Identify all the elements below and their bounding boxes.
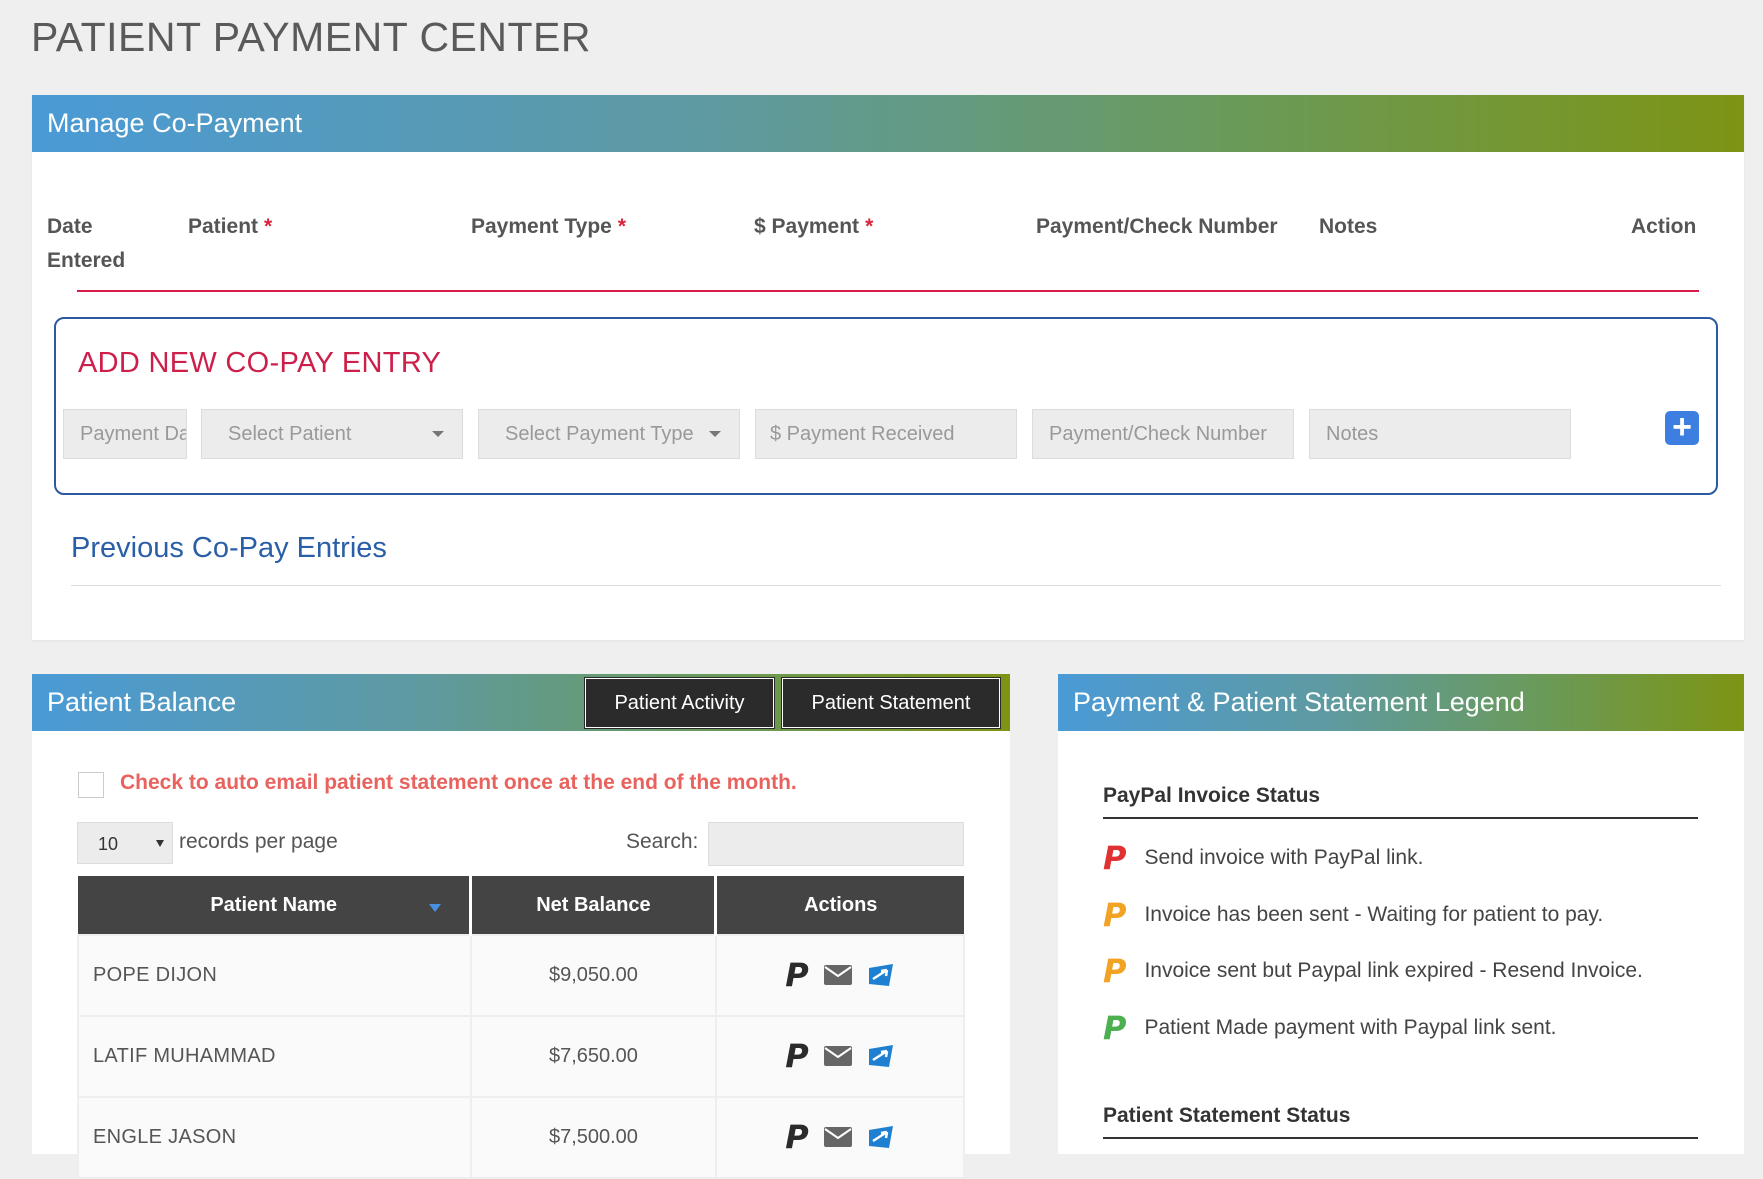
plus-square-icon[interactable]: +	[1665, 410, 1699, 445]
send-statement-icon[interactable]	[867, 1124, 895, 1150]
patient-statement-status-heading: Patient Statement Status	[1103, 1104, 1351, 1127]
auto-email-checkbox[interactable]	[78, 772, 104, 798]
patient-activity-button[interactable]: Patient Activity	[585, 678, 774, 728]
actions-cell: P	[714, 1096, 966, 1179]
th-actions: Actions	[715, 876, 964, 935]
legend-item: P Invoice sent but Paypal link expired - …	[1103, 951, 1643, 991]
legend-item: P Invoice has been sent - Waiting for pat…	[1103, 895, 1603, 935]
legend-item: P Send invoice with PayPal link.	[1103, 838, 1423, 878]
th-patient-name[interactable]: Patient Name	[78, 876, 473, 935]
check-number-input[interactable]: Payment/Check Number	[1032, 409, 1294, 459]
records-per-page-select[interactable]: 10	[77, 822, 173, 864]
patient-balance-title: Patient Balance	[47, 687, 237, 717]
table-row: LATIF MUHAMMAD $7,650.00 P	[77, 1015, 966, 1098]
table-row: POPE DIJON $9,050.00 P	[77, 934, 966, 1017]
search-input[interactable]	[708, 822, 964, 866]
sort-desc-icon	[429, 904, 442, 912]
select-patient-dropdown[interactable]: Select Patient	[201, 409, 463, 459]
add-copay-entry-form: ADD NEW CO-PAY ENTRY Payment Da Select P…	[54, 317, 1718, 495]
add-entry-title: ADD NEW CO-PAY ENTRY	[78, 347, 442, 379]
auto-email-label: Check to auto email patient statement on…	[120, 771, 797, 794]
paypal-invoice-status-heading: PayPal Invoice Status	[1103, 784, 1321, 807]
paypal-icon[interactable]: P	[785, 959, 808, 991]
col-patient: Patient *	[188, 215, 273, 238]
col-notes: Notes	[1319, 215, 1378, 238]
col-payment: $ Payment *	[754, 215, 874, 238]
net-balance-cell: $7,650.00	[469, 1015, 717, 1098]
col-action: Action	[1631, 215, 1697, 238]
paypal-heading-rule	[1103, 817, 1698, 819]
caret-down-icon	[156, 840, 164, 847]
send-statement-icon[interactable]	[867, 1043, 895, 1069]
legend-item-text: Send invoice with PayPal link.	[1144, 846, 1424, 869]
col-check-number: Payment/Check Number	[1036, 215, 1278, 238]
th-net-balance[interactable]: Net Balance	[470, 876, 718, 935]
col-date-entered: Date Entered	[47, 215, 126, 272]
patient-statement-button[interactable]: Patient Statement	[782, 678, 1000, 728]
records-per-page-label: records per page	[179, 830, 338, 853]
copay-column-headers: Date Entered Patient * Payment Type * $ Pa…	[32, 210, 1744, 290]
payment-received-input[interactable]: $ Payment Received	[755, 409, 1017, 459]
legend-panel: Payment & Patient Statement Legend PayPa…	[1058, 674, 1744, 1154]
manage-copayment-header: Manage Co-Payment	[32, 95, 1744, 152]
patient-name-cell: LATIF MUHAMMAD	[77, 1015, 472, 1098]
statement-heading-rule	[1103, 1137, 1698, 1139]
patient-name-cell: ENGLE JASON	[77, 1096, 472, 1179]
actions-cell: P	[714, 934, 966, 1017]
net-balance-cell: $7,500.00	[469, 1096, 717, 1179]
paypal-icon[interactable]: P	[785, 1121, 808, 1153]
envelope-icon[interactable]	[823, 1045, 853, 1067]
patient-balance-header: Patient Balance Patient Activity Patient…	[32, 674, 1010, 731]
paypal-status-icon: P	[1103, 896, 1127, 934]
header-divider	[77, 290, 1699, 292]
payment-date-input[interactable]: Payment Da	[63, 409, 187, 459]
page-title: PATIENT PAYMENT CENTER	[31, 14, 592, 60]
legend-header: Payment & Patient Statement Legend	[1058, 674, 1744, 731]
chevron-down-icon	[432, 431, 444, 437]
actions-cell: P	[714, 1015, 966, 1098]
legend-item-text: Invoice sent but Paypal link expired - R…	[1144, 959, 1643, 982]
patient-name-cell: POPE DIJON	[77, 934, 472, 1017]
col-payment-type: Payment Type *	[471, 215, 627, 238]
previous-copay-entries-title: Previous Co-Pay Entries	[71, 532, 387, 564]
net-balance-cell: $9,050.00	[469, 934, 717, 1017]
envelope-icon[interactable]	[823, 964, 853, 986]
paypal-status-icon: P	[1103, 952, 1127, 990]
paypal-status-icon: P	[1103, 839, 1127, 877]
patient-balance-panel: Patient Balance Patient Activity Patient…	[32, 674, 1010, 1179]
patient-balance-table: Patient Name Net Balance Actions POPE DI…	[77, 876, 966, 1179]
paypal-status-icon: P	[1103, 1009, 1127, 1047]
send-statement-icon[interactable]	[867, 962, 895, 988]
legend-item: P Patient Made payment with Paypal link s…	[1103, 1008, 1557, 1048]
legend-item-text: Patient Made payment with Paypal link se…	[1144, 1016, 1557, 1039]
table-row: ENGLE JASON $7,500.00 P	[77, 1096, 966, 1179]
previous-entries-divider	[71, 585, 1721, 586]
chevron-down-icon	[709, 431, 721, 437]
search-label: Search:	[626, 830, 699, 853]
notes-input[interactable]: Notes	[1309, 409, 1571, 459]
manage-copayment-panel: Manage Co-Payment Date Entered Patient * …	[32, 95, 1744, 640]
select-payment-type-dropdown[interactable]: Select Payment Type	[478, 409, 740, 459]
envelope-icon[interactable]	[823, 1126, 853, 1148]
legend-item-text: Invoice has been sent - Waiting for pati…	[1144, 903, 1604, 926]
paypal-icon[interactable]: P	[785, 1040, 808, 1072]
